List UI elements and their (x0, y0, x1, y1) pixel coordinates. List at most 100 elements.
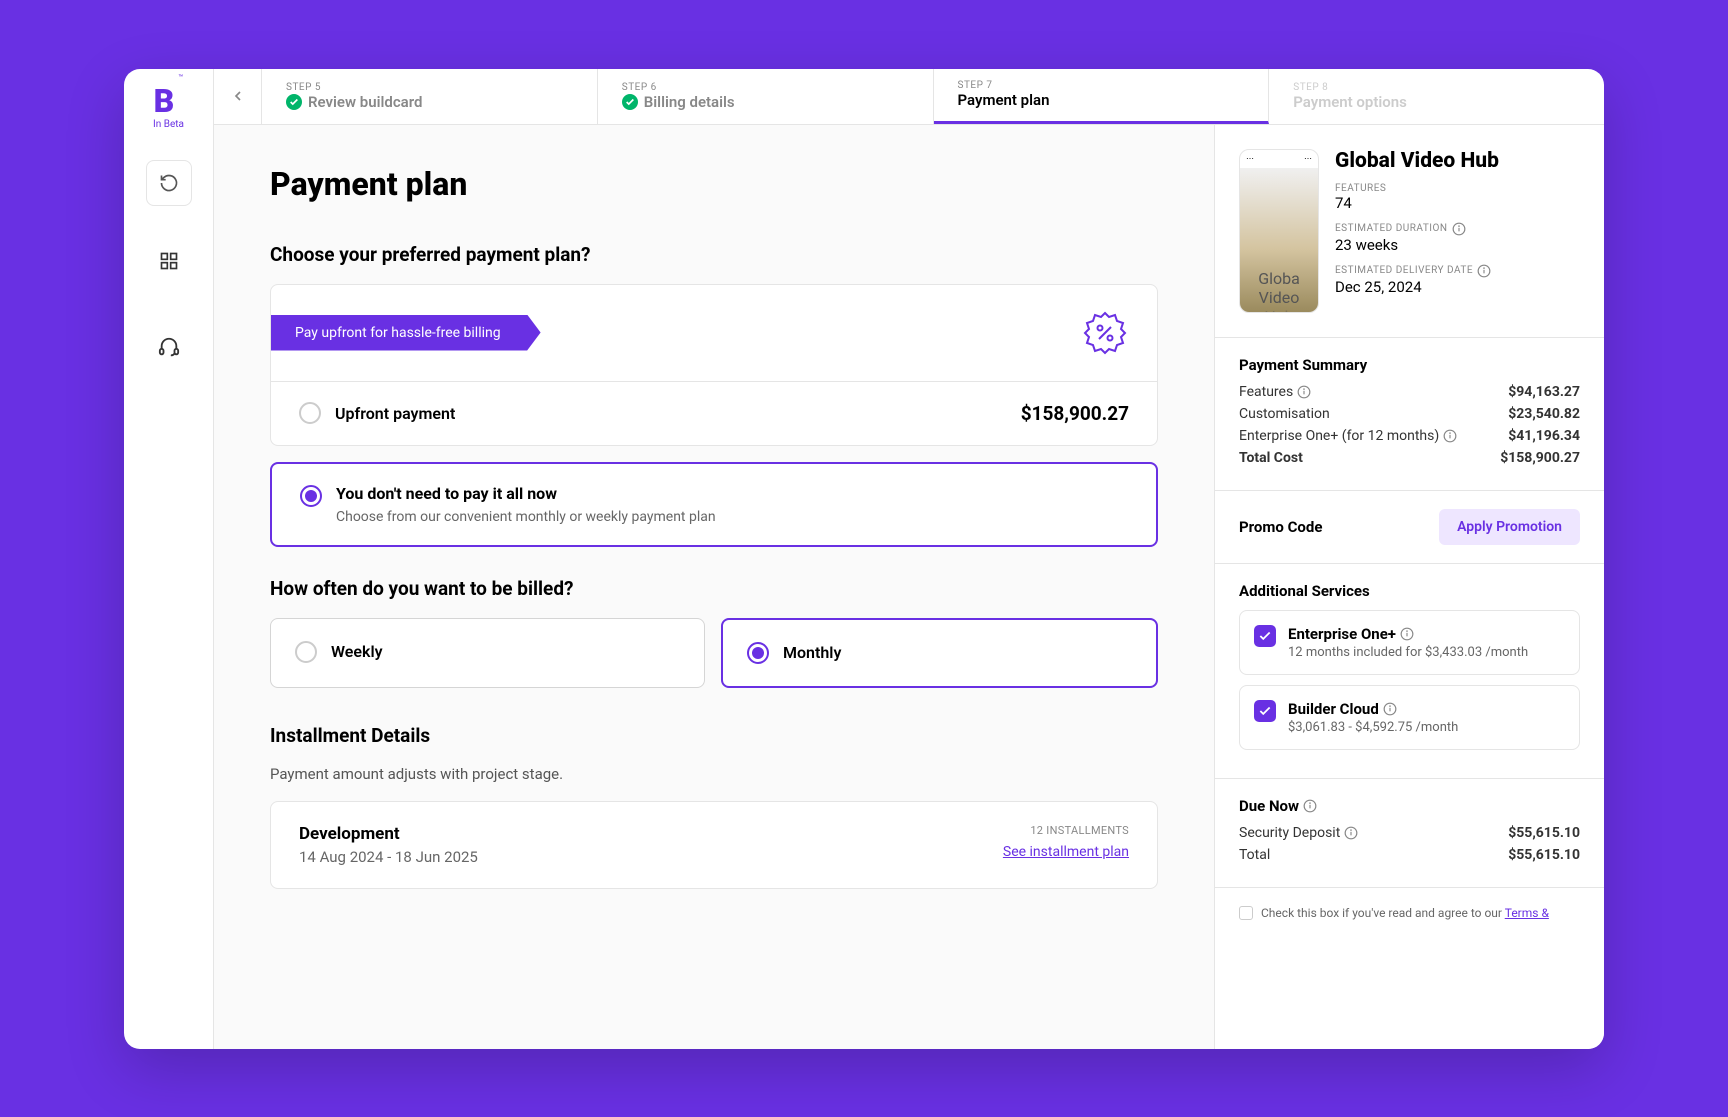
content-row: Payment plan Choose your preferred payme… (214, 125, 1604, 1049)
checkbox-builder-cloud[interactable] (1254, 700, 1276, 722)
line-customisation: Customisation $23,540.82 (1239, 406, 1580, 422)
step-title: Review buildcard (308, 93, 422, 111)
support-button[interactable] (146, 324, 192, 370)
left-panel: Payment plan Choose your preferred payme… (214, 125, 1214, 1049)
step-title: Payment options (1293, 93, 1407, 111)
features-value: 74 (1335, 194, 1580, 212)
line-features: Features $94,163.27 (1239, 384, 1580, 400)
service-enterprise-one[interactable]: Enterprise One+ 12 months included for $… (1239, 610, 1580, 675)
upfront-ribbon: Pay upfront for hassle-free billing (271, 315, 541, 351)
step-billing-details[interactable]: STEP 6 Billing details (598, 69, 934, 124)
check-icon (286, 94, 302, 110)
radio-weekly[interactable] (295, 641, 317, 663)
phone-content: Globa Video Hub (1240, 168, 1318, 313)
info-icon[interactable] (1443, 429, 1457, 443)
logo: B ™ In Beta (153, 85, 184, 130)
installments-count: 12 INSTALLMENTS (1003, 824, 1129, 837)
chevron-left-icon (230, 88, 246, 104)
payment-summary-section: Payment Summary Features $94,163.27 Cust… (1215, 337, 1604, 490)
line-total-cost: Total Cost $158,900.27 (1239, 450, 1580, 466)
duration-value: 23 weeks (1335, 236, 1580, 254)
logo-subtitle: In Beta (153, 119, 184, 130)
page-title: Payment plan (270, 165, 1158, 203)
choose-heading: Choose your preferred payment plan? (270, 243, 1158, 266)
due-now-title: Due Now (1239, 797, 1299, 815)
sidebar: B ™ In Beta (124, 69, 214, 1049)
billing-heading: How often do you want to be billed? (270, 577, 1158, 600)
terms-link[interactable]: Terms & (1505, 906, 1549, 920)
upfront-card: Pay upfront for hassle-free billing Upfr… (270, 284, 1158, 446)
radio-monthly[interactable] (747, 642, 769, 664)
info-icon[interactable] (1400, 627, 1414, 641)
app-frame: B ™ In Beta STEP 5 Review buildcard (124, 69, 1604, 1049)
billing-weekly[interactable]: Weekly (270, 618, 705, 688)
service-builder-cloud[interactable]: Builder Cloud $3,061.83 - $4,592.75 /mon… (1239, 685, 1580, 750)
info-icon[interactable] (1303, 799, 1317, 813)
discount-icon (1081, 309, 1129, 357)
step-review-buildcard[interactable]: STEP 5 Review buildcard (262, 69, 598, 124)
additional-title: Additional Services (1239, 582, 1580, 600)
info-icon[interactable] (1477, 264, 1491, 278)
development-card: Development 14 Aug 2024 - 18 Jun 2025 12… (270, 801, 1158, 889)
additional-services-section: Additional Services Enterprise One+ 12 m… (1215, 563, 1604, 778)
logo-letter: B (154, 82, 175, 120)
step-num: STEP 6 (622, 82, 909, 93)
grid-button[interactable] (146, 238, 192, 284)
promo-label: Promo Code (1239, 518, 1322, 536)
back-button[interactable] (214, 69, 262, 124)
installment-option-sub: Choose from our convenient monthly or we… (336, 509, 1128, 525)
line-enterprise: Enterprise One+ (for 12 months) $41,196.… (1239, 428, 1580, 444)
info-icon[interactable] (1297, 385, 1311, 399)
logo-tm: ™ (178, 73, 183, 82)
line-due-total: Total $55,615.10 (1239, 847, 1580, 863)
line-security-deposit: Security Deposit $55,615.10 (1239, 825, 1580, 841)
radio-upfront[interactable] (299, 402, 321, 424)
delivery-value: Dec 25, 2024 (1335, 278, 1580, 296)
see-installment-plan-link[interactable]: See installment plan (1003, 844, 1129, 860)
due-now-section: Due Now Security Deposit $55,615.10 Tota… (1215, 778, 1604, 887)
step-title: Payment plan (958, 91, 1050, 109)
upfront-label: Upfront payment (335, 404, 455, 423)
summary-header: ⋯⋯ Globa Video Hub Global Video Hub FEAT… (1215, 125, 1604, 337)
main-area: STEP 5 Review buildcard STEP 6 Billing d… (214, 69, 1604, 1049)
ribbon-row: Pay upfront for hassle-free billing (271, 285, 1157, 381)
radio-installment[interactable] (300, 485, 322, 507)
details-sub: Payment amount adjusts with project stag… (270, 765, 1158, 783)
undo-icon (159, 173, 179, 193)
step-num: STEP 5 (286, 82, 573, 93)
right-panel: ⋯⋯ Globa Video Hub Global Video Hub FEAT… (1214, 125, 1604, 1049)
terms-section: Check this box if you've read and agree … (1215, 887, 1604, 938)
undo-button[interactable] (146, 160, 192, 206)
info-icon[interactable] (1383, 702, 1397, 716)
checkbox-enterprise[interactable] (1254, 625, 1276, 647)
installment-option[interactable]: You don't need to pay it all now Choose … (270, 462, 1158, 547)
headset-icon (158, 336, 180, 358)
terms-text: Check this box if you've read and agree … (1261, 906, 1549, 920)
payment-summary-title: Payment Summary (1239, 356, 1580, 374)
billing-weekly-label: Weekly (331, 642, 383, 661)
apply-promotion-button[interactable]: Apply Promotion (1439, 509, 1580, 545)
info-icon[interactable] (1344, 826, 1358, 840)
stepper: STEP 5 Review buildcard STEP 6 Billing d… (214, 69, 1604, 125)
billing-monthly-label: Monthly (783, 643, 841, 662)
upfront-option[interactable]: Upfront payment $158,900.27 (271, 381, 1157, 445)
step-payment-options: STEP 8 Payment options (1269, 69, 1604, 124)
promo-section: Promo Code Apply Promotion (1215, 490, 1604, 563)
info-icon[interactable] (1452, 222, 1466, 236)
phone-statusbar: ⋯⋯ (1240, 150, 1318, 168)
upfront-price: $158,900.27 (1021, 402, 1129, 425)
details-heading: Installment Details (270, 724, 1158, 747)
terms-checkbox[interactable] (1239, 906, 1253, 920)
dev-title: Development (299, 824, 478, 844)
summary-meta: Global Video Hub FEATURES 74 ESTIMATED D… (1335, 149, 1580, 313)
phone-preview: ⋯⋯ Globa Video Hub (1239, 149, 1319, 313)
step-num: STEP 7 (958, 80, 1245, 91)
delivery-label: ESTIMATED DELIVERY DATE (1335, 265, 1473, 276)
dev-dates: 14 Aug 2024 - 18 Jun 2025 (299, 848, 478, 866)
installment-option-title: You don't need to pay it all now (336, 484, 557, 503)
features-label: FEATURES (1335, 183, 1580, 194)
billing-monthly[interactable]: Monthly (721, 618, 1158, 688)
check-icon (622, 94, 638, 110)
step-payment-plan[interactable]: STEP 7 Payment plan (934, 69, 1270, 124)
project-title: Global Video Hub (1335, 149, 1580, 173)
